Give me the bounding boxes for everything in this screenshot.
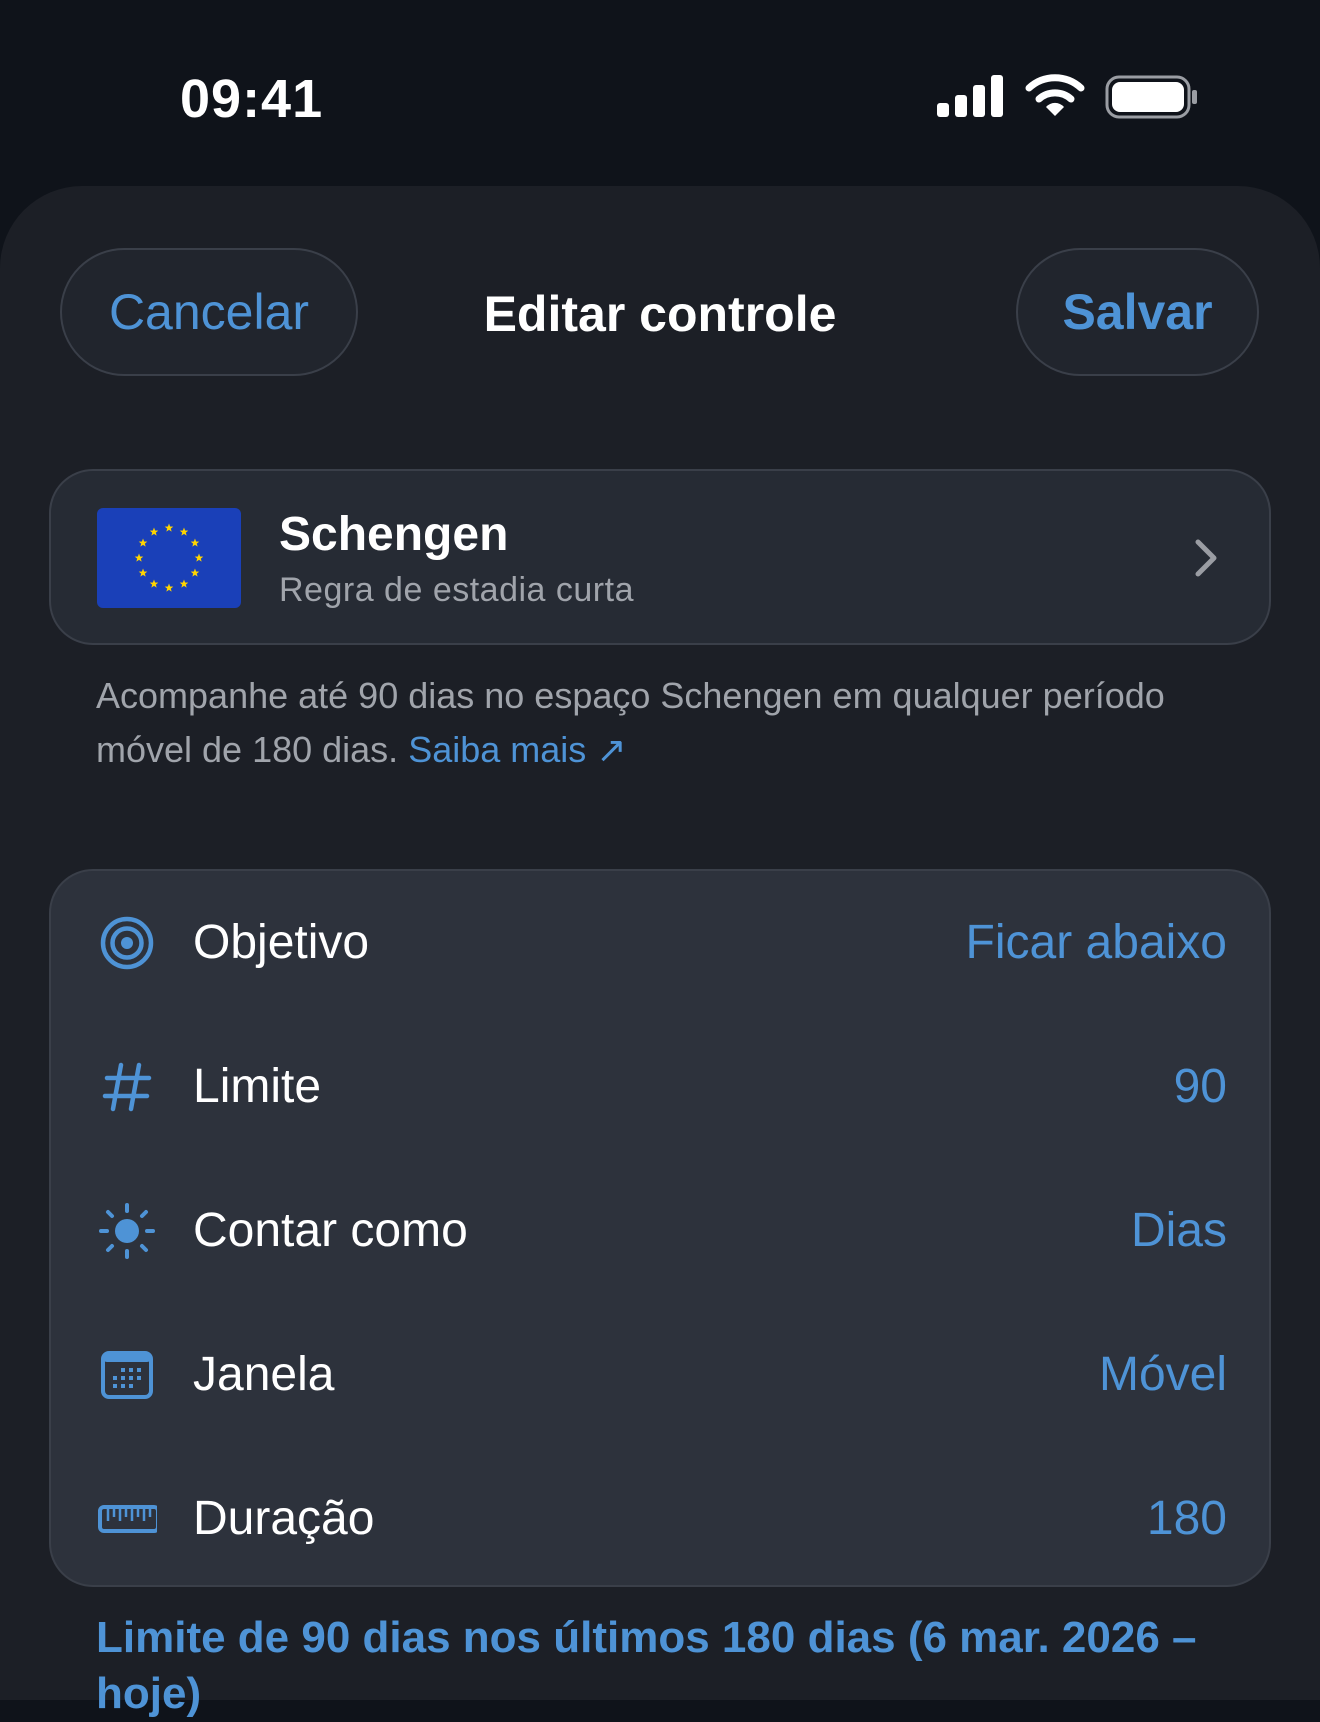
eu-star-shape	[134, 553, 144, 562]
description-text: Acompanhe até 90 dias no espaço Schengen…	[96, 675, 1165, 770]
eu-star-shape	[149, 579, 159, 588]
save-button[interactable]: Salvar	[1016, 248, 1259, 376]
eu-star-shape	[138, 538, 148, 547]
setting-label: Janela	[193, 1348, 335, 1401]
limit-summary: Limite de 90 dias nos últimos 180 dias (…	[96, 1613, 1197, 1718]
tracker-selector[interactable]: Schengen Regra de estadia curta	[49, 469, 1271, 645]
cancel-button[interactable]: Cancelar	[60, 248, 358, 376]
cellular-signal-icon	[937, 75, 1003, 117]
eu-star-shape	[194, 553, 204, 562]
eu-star-shape	[149, 527, 159, 536]
setting-value: Ficar abaixo	[965, 916, 1227, 969]
eu-star-shape	[179, 527, 189, 536]
setting-value: 90	[1173, 1060, 1227, 1113]
settings-card: Objetivo Ficar abaixo Limite 90 Contar c…	[49, 869, 1271, 1587]
setting-row-duration[interactable]: Duração 180	[51, 1447, 1273, 1591]
setting-value: Móvel	[1098, 1348, 1227, 1401]
tracker-title: Schengen	[279, 508, 509, 561]
tracker-description: Acompanhe até 90 dias no espaço Schengen…	[96, 669, 1226, 777]
setting-row-count-as[interactable]: Contar como Dias	[51, 1159, 1273, 1303]
tracker-subtitle: Regra de estadia curta	[279, 571, 634, 609]
eu-star-shape	[138, 568, 148, 577]
learn-more-link[interactable]: Saiba mais ↗	[408, 729, 626, 770]
setting-row-window[interactable]: Janela Móvel	[51, 1303, 1273, 1447]
calendar-icon	[101, 1351, 153, 1399]
setting-value: Dias	[1130, 1204, 1227, 1257]
setting-label: Contar como	[193, 1204, 468, 1257]
eu-star-shape	[164, 523, 174, 532]
ruler-icon	[98, 1505, 157, 1533]
setting-row-limit[interactable]: Limite 90	[51, 1015, 1273, 1159]
wifi-icon	[1025, 74, 1085, 116]
eu-star-shape	[164, 583, 174, 592]
status-time: 09:41	[180, 69, 324, 129]
eu-star-shape	[190, 538, 200, 547]
setting-label: Duração	[193, 1492, 375, 1545]
setting-row-objective[interactable]: Objetivo Ficar abaixo	[51, 871, 1273, 1015]
setting-value: 180	[1146, 1492, 1227, 1545]
eu-star-shape	[190, 568, 200, 577]
setting-label: Objetivo	[193, 916, 370, 969]
target-icon	[100, 916, 154, 970]
page-title: Editar controle	[483, 286, 837, 342]
battery-icon	[1105, 75, 1197, 119]
chevron-right-icon	[1195, 539, 1217, 577]
eu-star-shape	[179, 579, 189, 588]
setting-label: Limite	[193, 1060, 322, 1113]
sun-icon	[99, 1203, 155, 1259]
eu-flag-icon	[97, 508, 241, 608]
status-bar: 09:41	[0, 0, 1320, 190]
hash-icon	[102, 1062, 152, 1112]
